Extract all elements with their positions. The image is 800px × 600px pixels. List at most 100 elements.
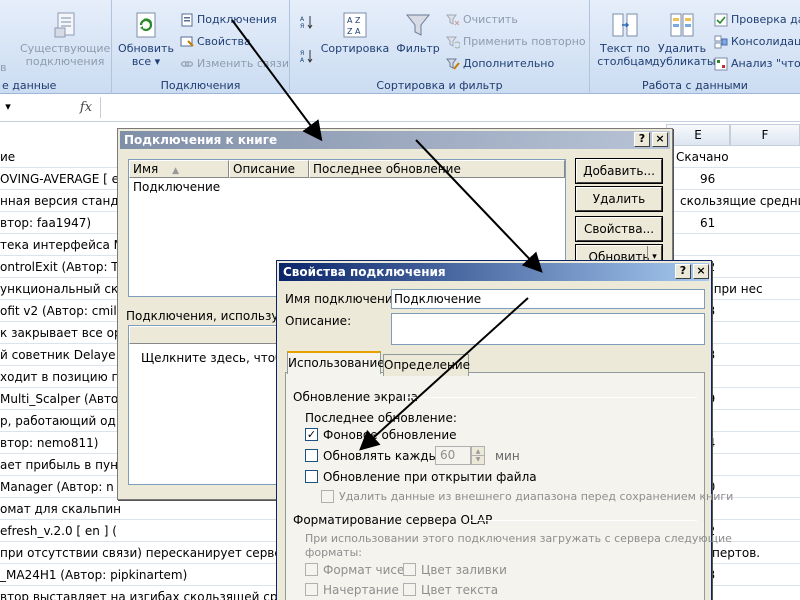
cell-text[interactable]: омат для скальпин xyxy=(0,498,121,520)
sort-button[interactable]: A Z Z A Сортировка xyxy=(320,10,390,55)
data-validation-button[interactable]: Проверка да xyxy=(714,10,800,30)
cell-text[interactable]: ает прибыль в пун xyxy=(0,454,118,476)
connection-row[interactable]: Подключение xyxy=(133,179,220,195)
refresh-every-checkbox[interactable] xyxy=(305,449,318,462)
name-box-dropdown[interactable]: ▾ xyxy=(0,97,16,117)
reapply-button[interactable]: Применить повторно xyxy=(446,32,586,52)
filter-button[interactable]: Фильтр xyxy=(394,10,442,55)
refresh-control-heading: Обновление экрана xyxy=(293,390,419,404)
olap-description-1: При использовании этого подключения загр… xyxy=(305,532,732,545)
what-if-button[interactable]: Анализ "что- xyxy=(714,54,800,74)
sort-desc-button[interactable]: ЯА xyxy=(300,46,314,66)
workbook-connections-help-button[interactable]: ? xyxy=(634,132,650,147)
cell-text[interactable]: втор: nemo811) xyxy=(0,432,98,454)
cell-text[interactable]: ходит в позицию пр xyxy=(0,366,127,388)
refresh-on-open-checkbox[interactable] xyxy=(305,470,318,483)
cell-text[interactable]: efresh_v.2.0 [ en ] ( xyxy=(0,520,117,542)
cell-text[interactable]: й советник Delaye xyxy=(0,344,116,366)
group-name-data-tools: Работа с данными xyxy=(642,79,748,92)
sort-asc-icon: АЯ xyxy=(300,16,313,29)
tab-usage[interactable]: Использование xyxy=(287,351,385,374)
svg-text:Я: Я xyxy=(300,23,304,29)
workbook-connections-close-button[interactable]: × xyxy=(652,132,668,147)
col-header-name[interactable]: Имя ▲ xyxy=(129,160,229,178)
cell-text[interactable]: втор: faa1947) xyxy=(0,212,91,234)
last-refresh-label: Последнее обновление: xyxy=(305,411,457,425)
number-format-checkbox[interactable] xyxy=(305,563,318,576)
cell-e[interactable]: 96 xyxy=(700,168,715,190)
connection-properties-title: Свойства подключения xyxy=(283,265,446,279)
text-color-checkbox[interactable] xyxy=(403,583,416,596)
background-refresh-checkbox[interactable]: ✓ xyxy=(305,428,318,441)
cell-text[interactable]: втор выставляет на изгибах скользящей ср… xyxy=(0,586,293,600)
connection-properties-help-button[interactable]: ? xyxy=(675,264,691,279)
locations-list[interactable]: Щелкните здесь, чтобы уви xyxy=(128,325,318,485)
existing-connections-button[interactable]: Существующие подключения xyxy=(20,10,110,68)
column-header-f[interactable]: F xyxy=(730,124,800,146)
remove-connection-button[interactable]: Удалить xyxy=(575,186,663,212)
sort-asc-button[interactable]: АЯ xyxy=(300,12,314,32)
ribbon-group-external-data: в Существующие подключения е данные xyxy=(0,0,112,94)
refresh-minutes-spinner[interactable]: ▲ ▼ xyxy=(471,446,485,465)
refresh-minutes-field[interactable]: 60 xyxy=(435,446,471,465)
refresh-all-button[interactable]: Обновить все ▾ xyxy=(116,10,176,68)
group-name-external-data: е данные xyxy=(2,79,57,92)
connections-icon xyxy=(181,13,193,27)
edit-links-label: Изменить связи xyxy=(197,57,290,70)
what-if-icon xyxy=(714,57,728,71)
spin-up-icon[interactable]: ▲ xyxy=(472,447,484,456)
spin-down-icon[interactable]: ▼ xyxy=(472,456,484,464)
refresh-all-label-1: Обновить xyxy=(118,42,174,55)
tab-definition[interactable]: Определение xyxy=(383,354,470,376)
edit-links-button[interactable]: Изменить связи xyxy=(180,54,289,74)
cell-e[interactable]: Скачано xyxy=(676,146,729,168)
connection-properties-button[interactable]: Свойства... xyxy=(575,216,663,242)
properties-button[interactable]: Свойства xyxy=(180,32,251,52)
fill-color-checkbox[interactable] xyxy=(403,563,416,576)
text-to-columns-button[interactable]: Текст по столбцам xyxy=(594,10,656,68)
connection-properties-close-button[interactable]: × xyxy=(693,264,709,279)
col-header-description[interactable]: Описание xyxy=(229,160,309,178)
cell-text[interactable]: р, работающий од xyxy=(0,410,116,432)
connections-button[interactable]: Подключения xyxy=(180,10,277,30)
advanced-filter-icon xyxy=(446,58,460,70)
data-validation-label: Проверка да xyxy=(731,13,800,26)
ribbon-cut-button[interactable]: в xyxy=(0,58,6,78)
minutes-unit-label: мин xyxy=(495,449,520,463)
col-header-last-refresh[interactable]: Последнее обновление xyxy=(309,160,565,178)
remove-duplicates-button[interactable]: Удалить дубликаты xyxy=(652,10,716,68)
what-if-label: Анализ "что- xyxy=(731,57,800,70)
cell-text[interactable]: ofit v2 (Автор: cmill xyxy=(0,300,120,322)
cell-text[interactable]: к закрывает все ор xyxy=(0,322,122,344)
cell-text[interactable]: при отсутствии связи) пересканирует серв… xyxy=(0,542,282,564)
clear-filter-button[interactable]: Очистить xyxy=(446,10,518,30)
advanced-filter-button[interactable]: Дополнительно xyxy=(446,54,554,74)
column-header-e[interactable]: E xyxy=(666,124,730,146)
description-field[interactable] xyxy=(391,313,705,345)
remove-duplicates-label-1: Удалить xyxy=(657,42,707,55)
connection-name-field[interactable]: Подключение xyxy=(391,289,705,309)
cell-text[interactable]: нная версия станда xyxy=(0,190,126,212)
cell-text[interactable]: ие xyxy=(0,146,15,168)
filter-label: Фильтр xyxy=(396,42,440,55)
excel-window: в Существующие подключения е данные Обно… xyxy=(0,0,800,600)
cell-text[interactable]: OVING-AVERAGE [ e xyxy=(0,168,119,190)
cell-text[interactable]: ontrolExit (Автор: T xyxy=(0,256,119,278)
cell-text[interactable]: _MA24H1 (Автор: pipkinartem) xyxy=(0,564,187,586)
remove-external-data-checkbox[interactable] xyxy=(321,490,334,503)
insert-function-button[interactable]: fx xyxy=(72,98,100,117)
cell-e[interactable]: скользящие средние xyxy=(680,190,800,212)
cell-text[interactable]: Multi_Scalper (Автор xyxy=(0,388,126,410)
cell-e[interactable]: 61 xyxy=(700,212,715,234)
refresh-every-label: Обновлять каждые xyxy=(323,449,446,463)
sort-desc-icon: ЯА xyxy=(300,50,313,63)
cell-text[interactable]: Manager (Автор: n xyxy=(0,476,114,498)
formula-input[interactable] xyxy=(100,97,800,118)
data-validation-icon xyxy=(714,13,728,27)
font-style-checkbox[interactable] xyxy=(305,583,318,596)
cell-text[interactable]: ункциональный ск xyxy=(0,278,118,300)
text-to-columns-icon xyxy=(612,13,638,37)
add-connection-button[interactable]: Добавить... xyxy=(575,158,663,184)
cell-text[interactable]: тека интерфейса M xyxy=(0,234,124,256)
consolidate-button[interactable]: Консолидаци xyxy=(714,32,800,52)
